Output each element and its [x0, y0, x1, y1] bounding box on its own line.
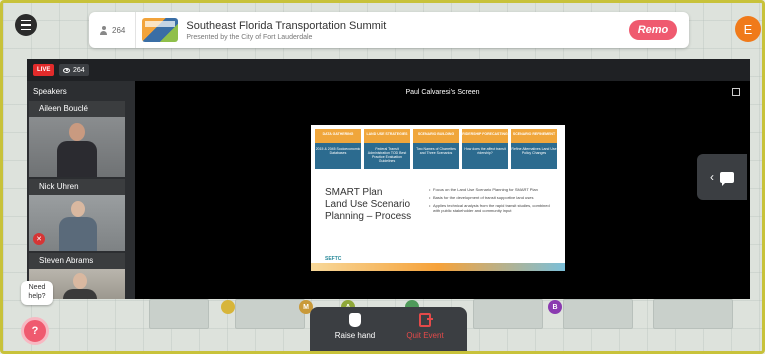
viewer-count: 264: [59, 64, 89, 76]
slide-step: SCENARIO BUILDING Two Names of Charrettes…: [413, 129, 459, 169]
slide-bullet: Applies technical analysis from the rapi…: [429, 203, 555, 213]
slide-process-steps: DATA GATHERING 2015 & 2045 Socioeconomic …: [315, 129, 557, 169]
floor-table[interactable]: [563, 299, 633, 329]
floor-table[interactable]: [653, 299, 733, 329]
slide-bullet: Basis for the development of transit sup…: [429, 195, 555, 200]
menu-button[interactable]: [15, 14, 37, 36]
event-title: Southeast Florida Transportation Summit: [186, 19, 387, 32]
raise-hand-label: Raise hand: [334, 331, 376, 340]
exit-icon: [419, 313, 433, 327]
speaker-tile[interactable]: ✕ Nick Uhren: [29, 179, 125, 251]
step-head: RIDERSHIP FORECASTING: [462, 129, 508, 143]
speakers-label: Speakers: [33, 87, 67, 96]
slide-step: SCENARIO REFINEMENT Refine Alternatives L…: [511, 129, 557, 169]
slide-step: DATA GATHERING 2015 & 2045 Socioeconomic …: [315, 129, 361, 169]
speaker-name: Nick Uhren: [29, 179, 125, 195]
event-header: 264 Southeast Florida Transportation Sum…: [89, 12, 689, 48]
event-subtitle: Presented by the City of Fort Lauderdale: [186, 33, 313, 41]
step-body: How does the affect transit ridership?: [462, 143, 508, 169]
seat-avatar[interactable]: [221, 300, 235, 314]
help-button[interactable]: ?: [21, 317, 49, 345]
step-head: SCENARIO REFINEMENT: [511, 129, 557, 143]
eye-icon: [63, 67, 70, 73]
step-head: DATA GATHERING: [315, 129, 361, 143]
speaker-tile[interactable]: Aileen Bouclé: [29, 101, 125, 177]
mic-off-icon: ✕: [33, 233, 45, 245]
slide-title-line: SMART Plan: [325, 187, 383, 198]
chevron-left-icon: ‹: [710, 170, 714, 184]
step-head: SCENARIO BUILDING: [413, 129, 459, 143]
stage-header: LIVE 264: [27, 59, 750, 81]
step-body: Two Names of Charrettes and Three Scenar…: [413, 143, 459, 169]
floor-table[interactable]: [149, 299, 209, 329]
speaker-video: [29, 117, 125, 177]
slide-bullets: Focus on the Land Use Scenario Planning …: [429, 187, 555, 216]
slide-title-line: Planning – Process: [325, 211, 412, 222]
remo-logo: Remo: [629, 20, 677, 40]
step-body: 2015 & 2045 Socioeconomic Databases: [315, 143, 361, 169]
seftc-logo: SEFTC: [325, 256, 342, 262]
speaker-face: [73, 273, 87, 289]
slide-step: LAND USE STRATEGIES Federal Transit Admin…: [364, 129, 410, 169]
raise-hand-button[interactable]: Raise hand: [320, 313, 390, 340]
viewer-count-value: 264: [73, 66, 85, 74]
quit-event-label: Quit Event: [406, 331, 444, 340]
chat-toggle-button[interactable]: ‹: [697, 154, 747, 200]
speaker-body: [59, 217, 97, 251]
quit-event-button[interactable]: Quit Event: [390, 313, 460, 340]
hand-icon: [349, 313, 361, 327]
screen-title: Paul Calvaresi's Screen: [405, 88, 480, 96]
fullscreen-icon[interactable]: [732, 88, 740, 96]
attendee-count[interactable]: 264: [89, 12, 137, 48]
speaker-name: Aileen Bouclé: [29, 101, 125, 117]
stage-panel: LIVE 264 Speakers Aileen Bouclé ✕ Nick U…: [27, 59, 750, 299]
event-info: Southeast Florida Transportation Summit …: [186, 20, 386, 41]
speaker-name: Steven Abrams: [29, 253, 125, 269]
person-icon: [99, 25, 108, 35]
slide-title: SMART Plan Land Use Scenario Planning – …: [325, 187, 411, 223]
live-badge: LIVE: [33, 64, 55, 76]
help-tooltip: Need help?: [21, 281, 53, 305]
slide-footer: [311, 263, 565, 271]
speakers-panel: Speakers Aileen Bouclé ✕ Nick Uhren Stev…: [27, 81, 127, 299]
speaker-video: ✕: [29, 195, 125, 251]
speaker-face: [69, 123, 85, 141]
slide-bullet: Focus on the Land Use Scenario Planning …: [429, 187, 555, 192]
floor-table[interactable]: [235, 299, 305, 329]
step-body: Federal Transit Administration TOD Best …: [364, 143, 410, 169]
chat-icon: [720, 171, 734, 186]
slide-step: RIDERSHIP FORECASTING How does the affect…: [462, 129, 508, 169]
hamburger-icon: [21, 18, 31, 32]
speaker-body: [57, 141, 97, 177]
screen-share: Paul Calvaresi's Screen DATA GATHERING 20…: [135, 81, 750, 299]
floor-table[interactable]: [473, 299, 543, 329]
speaker-body: [63, 289, 97, 299]
user-avatar[interactable]: E: [735, 16, 761, 42]
seat-avatar[interactable]: B: [548, 300, 562, 314]
presentation-slide: DATA GATHERING 2015 & 2045 Socioeconomic …: [311, 125, 565, 271]
remo-event-window: M A B 264 Southeast Florida Transportati…: [0, 0, 765, 354]
step-head: LAND USE STRATEGIES: [364, 129, 410, 143]
event-logo: [142, 18, 179, 42]
control-bar: Raise hand Quit Event: [310, 307, 467, 351]
speaker-face: [71, 201, 85, 217]
step-body: Refine Alternatives Land Use Policy Chan…: [511, 143, 557, 169]
slide-title-line: Land Use Scenario: [325, 199, 411, 210]
attendee-count-value: 264: [112, 25, 126, 35]
